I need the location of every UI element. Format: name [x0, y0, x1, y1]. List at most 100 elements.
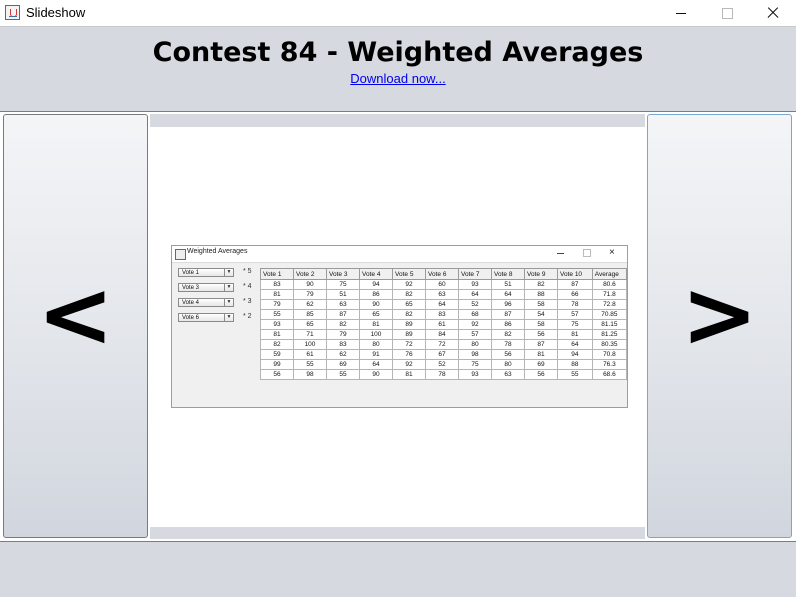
table-cell: 63 [326, 299, 360, 310]
screenshot-window-title: Weighted Averages [187, 248, 248, 255]
table-column-header: Vote 3 [326, 268, 360, 280]
table-row: 81 71 79 100 89 84 57 82 56 81 81.25 [260, 329, 628, 340]
table-cell: 76 [392, 349, 426, 360]
screenshot-close-icon: × [609, 247, 615, 258]
slide-image: Weighted Averages × Vote 1 ▼ * 5 Vote 3 … [150, 127, 645, 527]
table-cell: 69 [524, 359, 558, 370]
dropdown-value: Vote 4 [182, 300, 200, 306]
table-cell: 56 [524, 329, 558, 340]
java-app-icon [5, 5, 20, 20]
table-cell: 72 [425, 339, 459, 350]
table-cell: 64 [425, 299, 459, 310]
table-cell: 81 [260, 289, 294, 300]
table-row: 79 62 63 90 65 64 52 96 58 78 72.8 [260, 299, 628, 310]
slide-screenshot-window: Weighted Averages × Vote 1 ▼ * 5 Vote 3 … [171, 245, 628, 408]
previous-slide-button[interactable]: < [3, 114, 148, 538]
table-cell: 55 [326, 369, 360, 380]
table-cell: 68 [458, 309, 492, 320]
votes-table: Vote 1 Vote 2 Vote 3 Vote 4 Vote 5 Vote 6 Vote… [260, 268, 628, 380]
table-cell: 64 [458, 289, 492, 300]
table-cell: 52 [458, 299, 492, 310]
table-cell: 82 [524, 279, 558, 290]
table-cell: 61 [425, 319, 459, 330]
table-cell: 81 [260, 329, 294, 340]
table-body: 83 90 75 94 92 60 93 51 82 87 80.6 81 79 51 86 82 63 64 64… [260, 279, 628, 380]
table-cell: 51 [326, 289, 360, 300]
table-cell: 78 [425, 369, 459, 380]
table-cell: 100 [359, 329, 393, 340]
table-cell: 58 [524, 319, 558, 330]
screenshot-maximize-icon [583, 249, 591, 257]
table-cell: 93 [458, 369, 492, 380]
table-cell: 98 [293, 369, 327, 380]
table-column-header: Vote 8 [491, 268, 525, 280]
table-cell: 65 [293, 319, 327, 330]
table-cell: 90 [293, 279, 327, 290]
table-cell: 80 [458, 339, 492, 350]
table-cell: 87 [326, 309, 360, 320]
table-cell: 75 [557, 319, 593, 330]
table-cell: 82 [491, 329, 525, 340]
table-cell: 68.6 [591, 369, 628, 380]
screenshot-minimize-icon [557, 253, 564, 254]
screenshot-app-icon [175, 249, 186, 260]
table-cell: 80.6 [591, 279, 628, 290]
table-cell: 75 [458, 359, 492, 370]
table-cell: 87 [524, 339, 558, 350]
table-cell: 81.25 [591, 329, 628, 340]
page-title: Contest 84 - Weighted Averages [152, 37, 644, 68]
table-cell: 82 [326, 319, 360, 330]
dropdown-value: Vote 3 [182, 285, 200, 291]
table-column-header: Vote 5 [392, 268, 426, 280]
table-cell: 78 [557, 299, 593, 310]
vote-dropdown: Vote 6 ▼ [178, 313, 234, 322]
table-cell: 54 [524, 309, 558, 320]
table-cell: 78 [491, 339, 525, 350]
table-cell: 55 [557, 369, 593, 380]
table-cell: 86 [359, 289, 393, 300]
table-cell: 70.85 [591, 309, 628, 320]
table-cell: 64 [359, 359, 393, 370]
table-cell: 89 [392, 329, 426, 340]
table-row: 82 100 83 80 72 72 80 78 87 64 80.35 [260, 339, 628, 350]
table-cell: 63 [425, 289, 459, 300]
weight-label: * 5 [243, 268, 252, 275]
table-cell: 75 [326, 279, 360, 290]
vote-dropdown: Vote 3 ▼ [178, 283, 234, 292]
table-cell: 65 [392, 299, 426, 310]
table-cell: 52 [425, 359, 459, 370]
table-cell: 85 [293, 309, 327, 320]
table-cell: 81.15 [591, 319, 628, 330]
table-cell: 94 [557, 349, 593, 360]
table-column-header: Vote 7 [458, 268, 492, 280]
table-cell: 51 [491, 279, 525, 290]
table-cell: 98 [458, 349, 492, 360]
table-cell: 76.3 [591, 359, 628, 370]
vote-dropdown: Vote 4 ▼ [178, 298, 234, 307]
table-cell: 58 [524, 299, 558, 310]
table-cell: 65 [359, 309, 393, 320]
table-cell: 72 [392, 339, 426, 350]
table-cell: 92 [392, 279, 426, 290]
table-cell: 55 [260, 309, 294, 320]
table-row: 56 98 55 90 81 78 93 63 56 55 68.6 [260, 369, 628, 380]
minimize-button[interactable] [658, 0, 704, 26]
table-column-header: Vote 6 [425, 268, 459, 280]
slide-area: Weighted Averages × Vote 1 ▼ * 5 Vote 3 … [150, 114, 645, 539]
table-cell: 59 [260, 349, 294, 360]
table-cell: 61 [293, 349, 327, 360]
table-row: 55 85 87 65 82 83 68 87 54 57 70.85 [260, 309, 628, 320]
table-cell: 86 [491, 319, 525, 330]
table-cell: 84 [425, 329, 459, 340]
maximize-icon [722, 8, 733, 19]
vote-dropdown: Vote 1 ▼ [178, 268, 234, 277]
weight-label: * 4 [243, 283, 252, 290]
table-cell: 79 [260, 299, 294, 310]
table-cell: 56 [491, 349, 525, 360]
maximize-button[interactable] [704, 0, 750, 26]
table-cell: 60 [425, 279, 459, 290]
table-cell: 90 [359, 299, 393, 310]
next-slide-button[interactable]: > [647, 114, 792, 538]
close-button[interactable] [750, 0, 796, 26]
download-link[interactable]: Download now... [0, 71, 796, 86]
